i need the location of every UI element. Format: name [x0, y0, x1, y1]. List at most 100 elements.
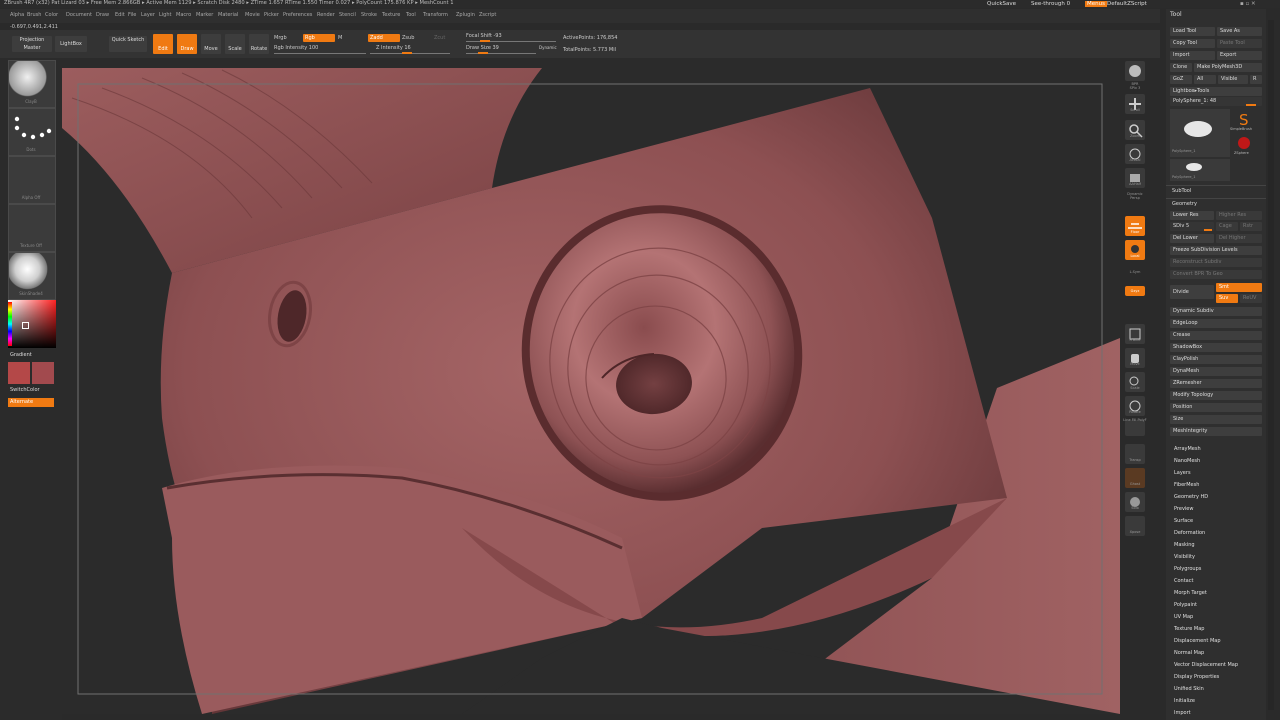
texture-map-section[interactable]: Texture Map	[1174, 626, 1204, 632]
polygroups-section[interactable]: Polygroups	[1174, 566, 1201, 572]
suv-toggle[interactable]: Suv	[1216, 294, 1238, 303]
quicksave-button[interactable]: QuickSave	[987, 1, 1016, 7]
rgb-button[interactable]: Rgb	[303, 34, 335, 42]
z-intensity-slider[interactable]: Z Intensity 16	[376, 45, 411, 51]
rgb-intensity-slider[interactable]: Rgb Intensity 100	[274, 45, 318, 51]
polysphere-small-thumbnail[interactable]: PolySphere_1	[1170, 159, 1230, 181]
lower-res-button[interactable]: Lower Res	[1170, 211, 1214, 220]
secondary-color-swatch[interactable]	[32, 362, 54, 384]
copy-tool-button[interactable]: Copy Tool	[1170, 39, 1215, 48]
shadowbox-section[interactable]: ShadowBox	[1170, 343, 1262, 352]
edit-button[interactable]: Edit	[153, 34, 173, 54]
surface-section[interactable]: Surface	[1174, 518, 1193, 524]
menu-document[interactable]: Document	[66, 12, 92, 18]
import-button[interactable]: Import	[1170, 51, 1215, 60]
morph-target-section[interactable]: Morph Target	[1174, 590, 1207, 596]
zremesher-section[interactable]: ZRemesher	[1170, 379, 1262, 388]
import-section[interactable]: Import	[1174, 710, 1191, 716]
menu-picker[interactable]: Picker	[264, 12, 279, 18]
divide-button[interactable]: Divide	[1170, 285, 1214, 299]
polyf-button[interactable]	[1125, 420, 1145, 436]
smt-toggle[interactable]: Smt	[1216, 283, 1262, 292]
canvas-viewport[interactable]	[62, 58, 1120, 714]
menu-brush[interactable]: Brush	[27, 12, 41, 18]
crease-section[interactable]: Crease	[1170, 331, 1262, 340]
menu-material[interactable]: Material	[218, 12, 238, 18]
menu-alpha[interactable]: Alpha	[10, 12, 24, 18]
menu-movie[interactable]: Movie	[245, 12, 260, 18]
alternate-button[interactable]: Alternate	[8, 398, 54, 407]
del-higher-button[interactable]: Del Higher	[1216, 234, 1262, 243]
current-tool-thumbnail[interactable]: PolySphere_1	[1170, 109, 1230, 157]
scale-button[interactable]: Scale	[225, 34, 245, 54]
menu-marker[interactable]: Marker	[196, 12, 213, 18]
menu-tool[interactable]: Tool	[406, 12, 416, 18]
clone-button[interactable]: Clone	[1170, 63, 1192, 72]
lsym-caption[interactable]: L.Sym	[1122, 270, 1148, 274]
menu-color[interactable]: Color	[45, 12, 58, 18]
seethrough-slider[interactable]: See-through 0	[1031, 1, 1070, 7]
position-section[interactable]: Position	[1170, 403, 1262, 412]
menu-zscript[interactable]: Zscript	[479, 12, 496, 18]
preview-section[interactable]: Preview	[1174, 506, 1193, 512]
geometry-hd-section[interactable]: Geometry HD	[1174, 494, 1208, 500]
export-button[interactable]: Export	[1217, 51, 1262, 60]
menu-macro[interactable]: Macro	[176, 12, 191, 18]
masking-section[interactable]: Masking	[1174, 542, 1195, 548]
save-as-button[interactable]: Save As	[1217, 27, 1262, 36]
menu-light[interactable]: Light	[159, 12, 171, 18]
default-script-button[interactable]: DefaultZScript	[1107, 1, 1147, 7]
menu-zplugin[interactable]: Zplugin	[456, 12, 475, 18]
menus-button[interactable]: Menus	[1085, 1, 1107, 7]
menu-edit[interactable]: Edit	[115, 12, 125, 18]
vector-displacement-map-section[interactable]: Vector Displacement Map	[1174, 662, 1238, 668]
load-tool-button[interactable]: Load Tool	[1170, 27, 1215, 36]
menu-layer[interactable]: Layer	[141, 12, 155, 18]
gradient-label[interactable]: Gradient	[10, 352, 32, 358]
paste-tool-button[interactable]: Paste Tool	[1217, 39, 1262, 48]
persp-caption[interactable]: Dynamic Persp	[1122, 192, 1148, 200]
lightbox-tools-button[interactable]: Lightbox▸Tools	[1170, 87, 1262, 96]
draw-button[interactable]: Draw	[177, 34, 197, 54]
hue-strip[interactable]	[8, 302, 12, 346]
goz-button[interactable]: GoZ	[1170, 75, 1192, 84]
dynamesh-section[interactable]: DynaMesh	[1170, 367, 1262, 376]
edgeloop-section[interactable]: EdgeLoop	[1170, 319, 1262, 328]
menu-render[interactable]: Render	[317, 12, 335, 18]
color-picker[interactable]	[8, 300, 56, 348]
tool-panel-scrollbar[interactable]	[1268, 20, 1274, 710]
display-properties-section[interactable]: Display Properties	[1174, 674, 1219, 680]
menu-stroke[interactable]: Stroke	[361, 12, 377, 18]
all-button[interactable]: All	[1194, 75, 1216, 84]
reuv-toggle[interactable]: ReUV	[1240, 294, 1262, 303]
displacement-map-section[interactable]: Displacement Map	[1174, 638, 1221, 644]
visible-button[interactable]: Visible	[1218, 75, 1248, 84]
bpr-button[interactable]	[1125, 61, 1145, 81]
main-color-swatch[interactable]	[8, 362, 30, 384]
rstr-button[interactable]: Rstr	[1240, 222, 1262, 231]
r-button[interactable]: R	[1250, 75, 1262, 84]
menu-stencil[interactable]: Stencil	[339, 12, 356, 18]
mrgb-button[interactable]: Mrgb	[274, 35, 287, 41]
menu-texture[interactable]: Texture	[382, 12, 400, 18]
arraymesh-section[interactable]: ArrayMesh	[1174, 446, 1201, 452]
zsub-button[interactable]: Zsub	[402, 35, 414, 41]
make-polymesh-button[interactable]: Make PolyMesh3D	[1194, 63, 1262, 72]
rotate-button[interactable]: Rotate	[249, 34, 269, 54]
higher-res-button[interactable]: Higher Res	[1216, 211, 1262, 220]
subtool-section[interactable]: SubTool	[1172, 188, 1191, 194]
claypolish-section[interactable]: ClayPolish	[1170, 355, 1262, 364]
del-lower-button[interactable]: Del Lower	[1170, 234, 1214, 243]
quick-sketch-button[interactable]: Quick Sketch	[109, 36, 147, 52]
deformation-section[interactable]: Deformation	[1174, 530, 1205, 536]
modify-topology-section[interactable]: Modify Topology	[1170, 391, 1262, 400]
switch-color-button[interactable]: SwitchColor	[10, 387, 40, 393]
normal-map-section[interactable]: Normal Map	[1174, 650, 1204, 656]
size-section[interactable]: Size	[1170, 415, 1262, 424]
m-button[interactable]: M	[338, 35, 342, 41]
zcut-button[interactable]: Zcut	[434, 35, 445, 41]
dynamic-button[interactable]: Dynamic	[539, 45, 557, 50]
window-controls[interactable]: ▪ ▫ ✕	[1240, 1, 1256, 7]
draw-size-slider[interactable]: Draw Size 39	[466, 45, 499, 51]
fibermesh-section[interactable]: FiberMesh	[1174, 482, 1199, 488]
